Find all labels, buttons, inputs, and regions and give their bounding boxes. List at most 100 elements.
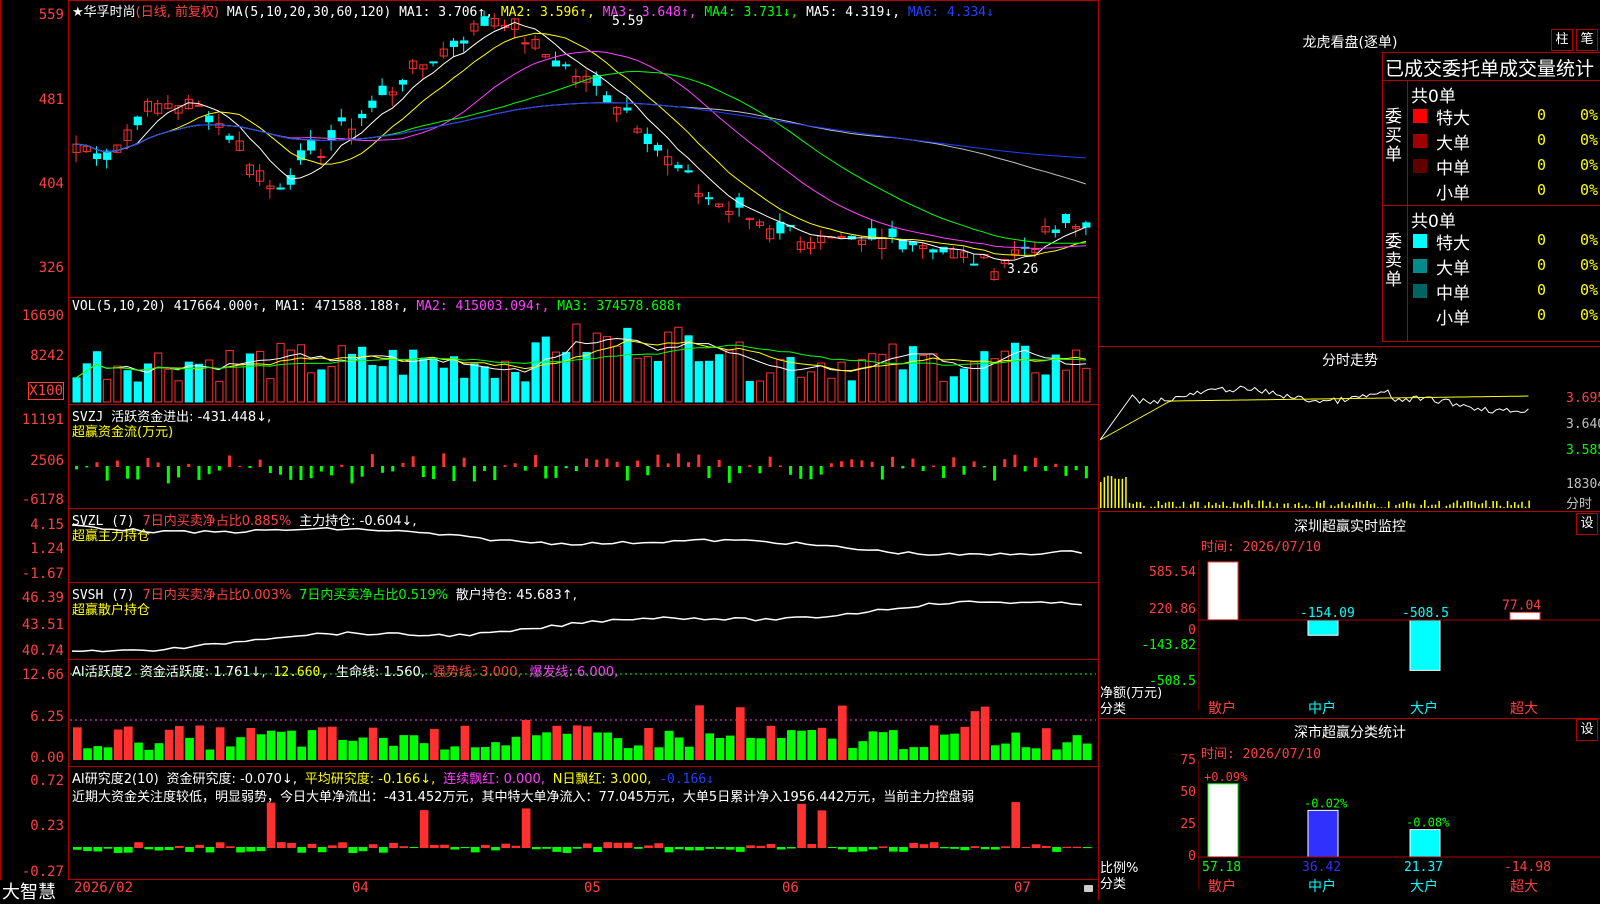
volume-bar <box>787 358 794 402</box>
candle-body <box>1083 223 1090 227</box>
research-bar <box>175 846 184 848</box>
candle-body <box>481 17 488 26</box>
volume-bar <box>767 373 774 402</box>
longhu-divider <box>1382 205 1600 206</box>
activity-bar <box>369 728 378 760</box>
volume-bar <box>440 368 447 402</box>
legend-swatch <box>1413 109 1427 123</box>
ma6-line <box>76 103 1086 158</box>
flow-bar <box>514 463 517 467</box>
activity-bar <box>450 746 459 760</box>
activity-bar <box>644 728 653 760</box>
monitor-category: 散户 <box>1208 698 1236 718</box>
monitor-chart: 585.54-154.09-508.577.04 <box>1198 560 1600 716</box>
monitor-category: 大户 <box>1410 698 1438 718</box>
flow-bar <box>605 459 608 467</box>
activity-bar <box>889 730 898 760</box>
intraday-vol-bar <box>1150 507 1152 508</box>
research-bar <box>705 847 714 849</box>
activity-bar <box>930 725 939 760</box>
intraday-vol-bar <box>1183 502 1185 508</box>
volume-bar <box>573 324 580 402</box>
net-amount-bar <box>1308 620 1338 635</box>
volume-bar <box>614 346 621 402</box>
ratio-value: -14.98 <box>1504 860 1551 875</box>
research-bar <box>879 846 888 848</box>
intraday-vol-bar <box>1406 501 1408 508</box>
intraday-vol-bar <box>1456 500 1458 508</box>
candle-body <box>522 43 529 44</box>
longhu-row-label: 中单 <box>1436 154 1470 179</box>
research-bar <box>981 847 990 849</box>
intraday-vol-bar <box>1266 506 1268 508</box>
flow-bar <box>1013 455 1016 467</box>
candle-body <box>195 105 202 106</box>
activity-bar <box>665 731 674 760</box>
volume-bar <box>450 357 457 402</box>
flow-bar <box>616 462 619 467</box>
candle-body <box>777 222 784 233</box>
activity-bar <box>848 748 857 760</box>
volume-bar <box>134 382 141 402</box>
legend-swatch <box>1413 234 1427 248</box>
research-bar <box>440 845 449 848</box>
intraday-vol-bar <box>1420 505 1422 508</box>
monitor-title: 深圳超赢实时监控 <box>1260 516 1440 536</box>
monitor-time: 时间: 2026/07/10 <box>1201 536 1321 555</box>
activity-bar <box>716 738 725 760</box>
intraday-vol-bar <box>1352 505 1354 508</box>
research-bar <box>991 847 1000 850</box>
candle-body <box>379 86 386 94</box>
classify-settings-button[interactable]: 设 <box>1576 719 1598 741</box>
monitor-y-label: -143.82 <box>1130 638 1196 653</box>
intraday-vol-bar <box>1100 482 1102 508</box>
intraday-vol-bar <box>1143 506 1145 508</box>
flow-bar <box>1034 458 1037 467</box>
flow-bar <box>238 466 241 467</box>
candle-body <box>440 49 447 56</box>
research-bar <box>828 847 837 848</box>
flow-bar <box>779 465 782 467</box>
intraday-chart <box>1100 370 1566 510</box>
research-bar <box>216 842 225 848</box>
intraday-vol-bar <box>1251 504 1253 508</box>
candle-body <box>685 171 692 172</box>
intraday-vol-bar <box>1528 501 1530 508</box>
net-amount-label: -154.09 <box>1300 606 1355 621</box>
research-bar <box>930 842 939 848</box>
flow-bar <box>248 466 251 468</box>
classify-category: 超大 <box>1510 879 1538 895</box>
activity-bar <box>144 750 153 760</box>
research-bar <box>777 847 786 849</box>
bar-mode-button[interactable]: 柱 <box>1551 29 1573 51</box>
intraday-vol-bar <box>1395 505 1397 508</box>
tick-mode-button[interactable]: 笔 <box>1576 29 1598 51</box>
classify-y-label: 25 <box>1150 817 1196 832</box>
research-bar <box>838 847 847 849</box>
volume-bar <box>685 336 692 402</box>
flow-bar <box>85 466 88 467</box>
flow-bar <box>473 466 476 481</box>
longhu-subtitle: 已成交委托单成交量统计 <box>1385 54 1594 81</box>
activity-bar <box>318 727 327 760</box>
research-bar <box>920 844 929 848</box>
flow-bar <box>126 466 129 479</box>
flow-bar <box>177 466 180 477</box>
intraday-vol-bar <box>1269 502 1271 508</box>
candle-body <box>675 165 682 167</box>
activity-bar <box>1001 744 1010 760</box>
research-bar <box>848 847 857 852</box>
flow-bar <box>758 466 761 473</box>
longhu-title: 龙虎看盘(逐单) <box>1270 32 1430 52</box>
volume-bar <box>206 360 213 402</box>
activity-bar <box>522 720 531 760</box>
research-bar <box>124 847 133 853</box>
intraday-vol-bar <box>1122 479 1124 508</box>
monitor-settings-button[interactable]: 设 <box>1576 513 1598 535</box>
intraday-y-label: 3.585 <box>1566 443 1600 458</box>
activity-bar <box>1083 744 1092 760</box>
classify-y-label: 0 <box>1150 849 1196 864</box>
volume-bar <box>338 346 345 402</box>
intraday-vol-bar <box>1255 507 1257 508</box>
volume-bar <box>777 359 784 402</box>
